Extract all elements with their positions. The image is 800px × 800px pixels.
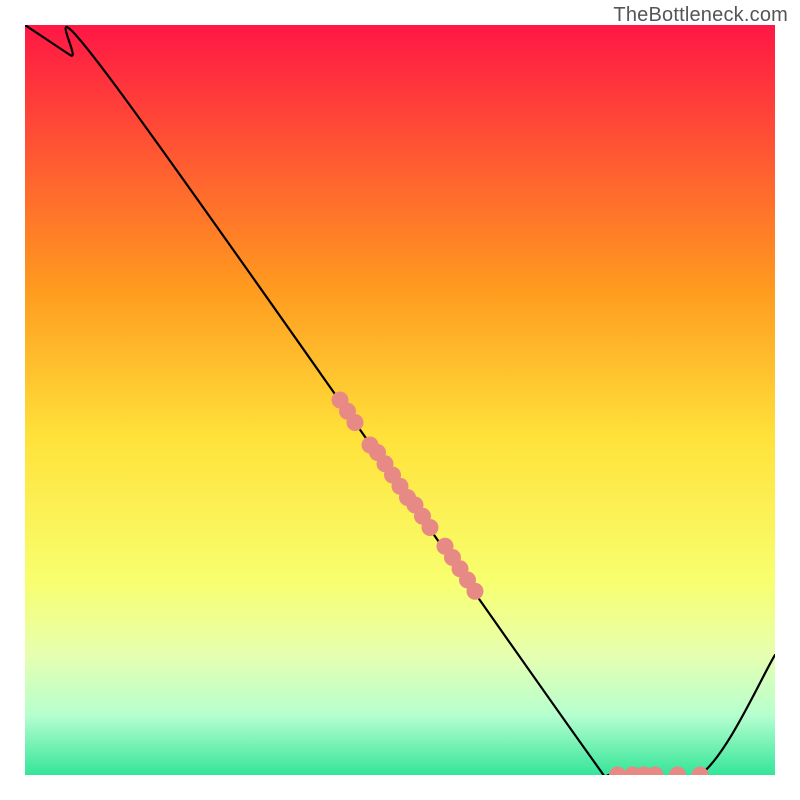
plot-area [25,25,775,775]
data-marker [467,583,484,600]
plot-svg [25,25,775,775]
data-marker [422,519,439,536]
data-marker [347,414,364,431]
watermark-text: TheBottleneck.com [613,4,788,27]
gradient-background [25,25,775,775]
chart-stage: TheBottleneck.com [0,0,800,800]
